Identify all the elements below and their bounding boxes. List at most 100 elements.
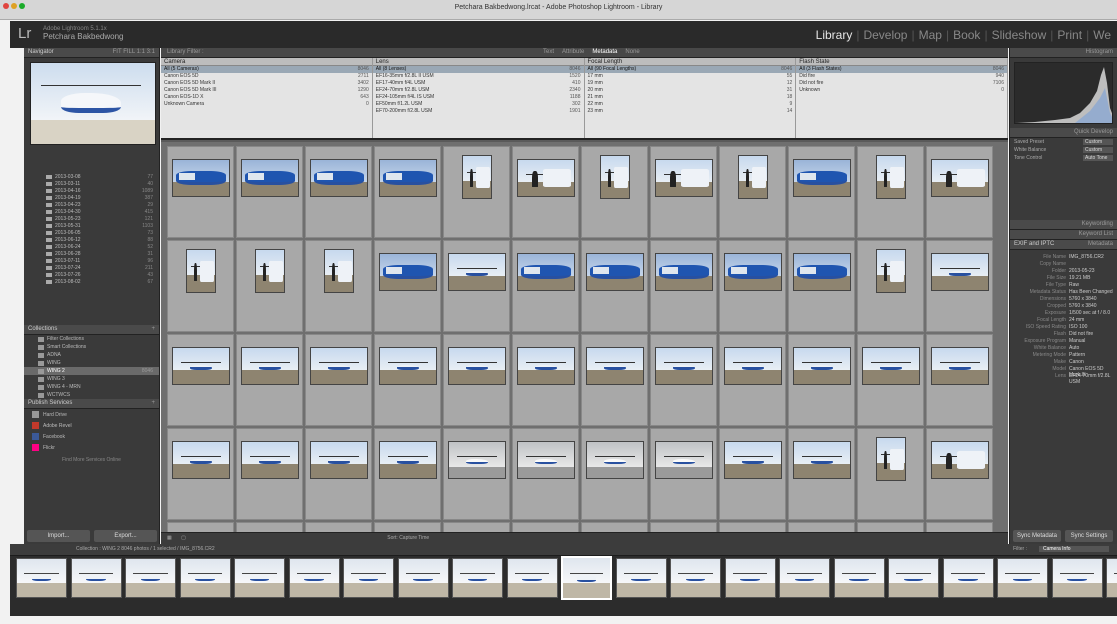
grid-cell[interactable] bbox=[305, 146, 372, 238]
filmstrip-thumbnail[interactable] bbox=[234, 558, 285, 598]
photo-thumbnail[interactable] bbox=[738, 155, 768, 199]
publish-service-item[interactable]: Adobe Revel bbox=[24, 420, 159, 431]
grid-cell[interactable] bbox=[167, 334, 234, 426]
folder-item[interactable]: 2013-07-24 211 bbox=[24, 264, 159, 271]
grid-cell[interactable] bbox=[374, 428, 441, 520]
photo-thumbnail[interactable] bbox=[655, 347, 713, 385]
photo-thumbnail[interactable] bbox=[379, 159, 437, 197]
module-map[interactable]: Map bbox=[919, 28, 942, 42]
collection-item[interactable]: Filter Collections bbox=[24, 335, 159, 343]
grid-cell[interactable] bbox=[788, 240, 855, 332]
photo-thumbnail[interactable] bbox=[172, 159, 230, 197]
filmstrip-thumbnail[interactable] bbox=[452, 558, 503, 598]
filmstrip-thumbnail[interactable] bbox=[888, 558, 939, 598]
metadata-field-value[interactable]: ISO 100 bbox=[1069, 324, 1113, 331]
folder-item[interactable]: 2013-06-12 88 bbox=[24, 236, 159, 243]
photo-thumbnail[interactable] bbox=[586, 253, 644, 291]
grid-cell[interactable] bbox=[719, 334, 786, 426]
loupe-view-icon[interactable]: ▢ bbox=[181, 535, 186, 541]
photo-thumbnail[interactable] bbox=[448, 253, 506, 291]
metadata-field-value[interactable]: Auto bbox=[1069, 345, 1113, 352]
grid-cell[interactable] bbox=[443, 146, 510, 238]
photo-thumbnail[interactable] bbox=[186, 249, 216, 293]
find-more-services-link[interactable]: Find More Services Online bbox=[24, 457, 159, 463]
metadata-row[interactable]: Canon EOS 5D 2711 bbox=[161, 73, 372, 80]
photo-thumbnail[interactable] bbox=[655, 253, 713, 291]
grid-cell[interactable] bbox=[719, 146, 786, 238]
grid-cell[interactable] bbox=[236, 334, 303, 426]
filmstrip-filter-select[interactable]: Camera Info bbox=[1039, 546, 1109, 552]
filmstrip-thumbnail[interactable] bbox=[397, 558, 449, 598]
metadata-row[interactable]: Canon EOS-1D X 643 bbox=[161, 94, 372, 101]
grid-cell[interactable] bbox=[236, 146, 303, 238]
grid-cell[interactable] bbox=[650, 146, 717, 238]
metadata-row[interactable]: EF16-35mm f/2.8L II USM 1520 bbox=[373, 73, 584, 80]
photo-thumbnail[interactable] bbox=[517, 347, 575, 385]
photo-thumbnail[interactable] bbox=[862, 347, 920, 385]
photo-thumbnail[interactable] bbox=[655, 441, 713, 479]
grid-cell[interactable] bbox=[374, 146, 441, 238]
filmstrip-thumbnail[interactable] bbox=[670, 558, 721, 598]
photo-thumbnail[interactable] bbox=[931, 441, 989, 479]
folder-item[interactable]: 2013-04-30 415 bbox=[24, 208, 159, 215]
metadata-field-value[interactable]: Did not fire bbox=[1069, 331, 1113, 338]
metadata-column-header[interactable]: Camera bbox=[161, 58, 372, 66]
photo-thumbnail[interactable] bbox=[517, 253, 575, 291]
histogram-header[interactable]: Histogram bbox=[1010, 48, 1117, 58]
grid-cell[interactable] bbox=[512, 334, 579, 426]
grid-cell[interactable] bbox=[788, 146, 855, 238]
collection-item[interactable]: WING bbox=[24, 359, 159, 367]
metadata-field-value[interactable]: Manual bbox=[1069, 338, 1113, 345]
filmstrip-thumbnail[interactable] bbox=[179, 558, 231, 598]
metadata-row[interactable]: EF24-105mm f/4L IS USM 1188 bbox=[373, 94, 584, 101]
navigator-zoom[interactable]: FIT FILL 1:1 3:1 bbox=[113, 49, 155, 55]
metadata-field-value[interactable]: Canon bbox=[1069, 359, 1113, 366]
photo-thumbnail[interactable] bbox=[876, 155, 906, 199]
collection-item[interactable]: WING 4 - MRN bbox=[24, 383, 159, 391]
metadata-preset[interactable]: EXIF and IPTC bbox=[1014, 241, 1054, 247]
metadata-row[interactable]: Canon EOS 5D Mark III 1290 bbox=[161, 87, 372, 94]
filter-tab-metadata[interactable]: Metadata bbox=[592, 49, 617, 55]
collection-item[interactable]: Smart Collections bbox=[24, 343, 159, 351]
photo-thumbnail[interactable] bbox=[876, 437, 906, 481]
photo-thumbnail[interactable] bbox=[241, 441, 299, 479]
filmstrip-thumbnail[interactable] bbox=[942, 558, 994, 598]
photo-thumbnail[interactable] bbox=[379, 347, 437, 385]
grid-cell[interactable] bbox=[305, 334, 372, 426]
metadata-row[interactable]: Unknown Camera 0 bbox=[161, 101, 372, 108]
photo-thumbnail[interactable] bbox=[586, 347, 644, 385]
photo-thumbnail[interactable] bbox=[255, 249, 285, 293]
collection-item[interactable]: WCTWCS bbox=[24, 391, 159, 399]
folder-item[interactable]: 2013-06-05 73 bbox=[24, 229, 159, 236]
navigator-preview[interactable] bbox=[30, 62, 156, 145]
photo-thumbnail[interactable] bbox=[724, 253, 782, 291]
grid-cell[interactable] bbox=[374, 334, 441, 426]
grid-cell[interactable] bbox=[788, 428, 855, 520]
folder-item[interactable]: 2013-05-31 1103 bbox=[24, 222, 159, 229]
photo-thumbnail[interactable] bbox=[793, 253, 851, 291]
photo-thumbnail[interactable] bbox=[931, 159, 989, 197]
filmstrip-thumbnail[interactable] bbox=[16, 558, 67, 598]
filmstrip-thumbnail[interactable] bbox=[288, 558, 340, 598]
metadata-field-value[interactable]: EF24-70mm f/2.8L USM bbox=[1069, 373, 1113, 385]
filmstrip-thumbnail[interactable] bbox=[615, 558, 667, 598]
quick-develop-header[interactable]: Quick Develop bbox=[1010, 128, 1117, 138]
metadata-row[interactable]: EF70-200mm f/2.8L USM 1901 bbox=[373, 108, 584, 115]
quick-develop-select[interactable]: Custom bbox=[1083, 139, 1113, 145]
photo-thumbnail[interactable] bbox=[724, 441, 782, 479]
metadata-field-value[interactable]: 2013-05-23 bbox=[1069, 268, 1113, 275]
filmstrip-breadcrumb[interactable]: Collection : WING 2 8046 photos / 1 sele… bbox=[76, 546, 215, 552]
grid-cell[interactable] bbox=[167, 428, 234, 520]
grid-cell[interactable] bbox=[305, 428, 372, 520]
filter-tab-attribute[interactable]: Attribute bbox=[562, 49, 584, 55]
grid-cell[interactable] bbox=[236, 240, 303, 332]
grid-cell[interactable] bbox=[512, 240, 579, 332]
metadata-row[interactable]: EF24-70mm f/2.8L USM 2340 bbox=[373, 87, 584, 94]
metadata-row[interactable]: 19 mm 12 bbox=[585, 80, 796, 87]
photo-thumbnail[interactable] bbox=[172, 347, 230, 385]
folder-item[interactable]: 2013-03-11 40 bbox=[24, 180, 159, 187]
filmstrip-thumbnail[interactable] bbox=[779, 558, 830, 598]
photo-thumbnail[interactable] bbox=[876, 249, 906, 293]
filmstrip-thumbnail[interactable] bbox=[1051, 558, 1103, 598]
metadata-field-value[interactable]: 19.21 MB bbox=[1069, 275, 1113, 282]
